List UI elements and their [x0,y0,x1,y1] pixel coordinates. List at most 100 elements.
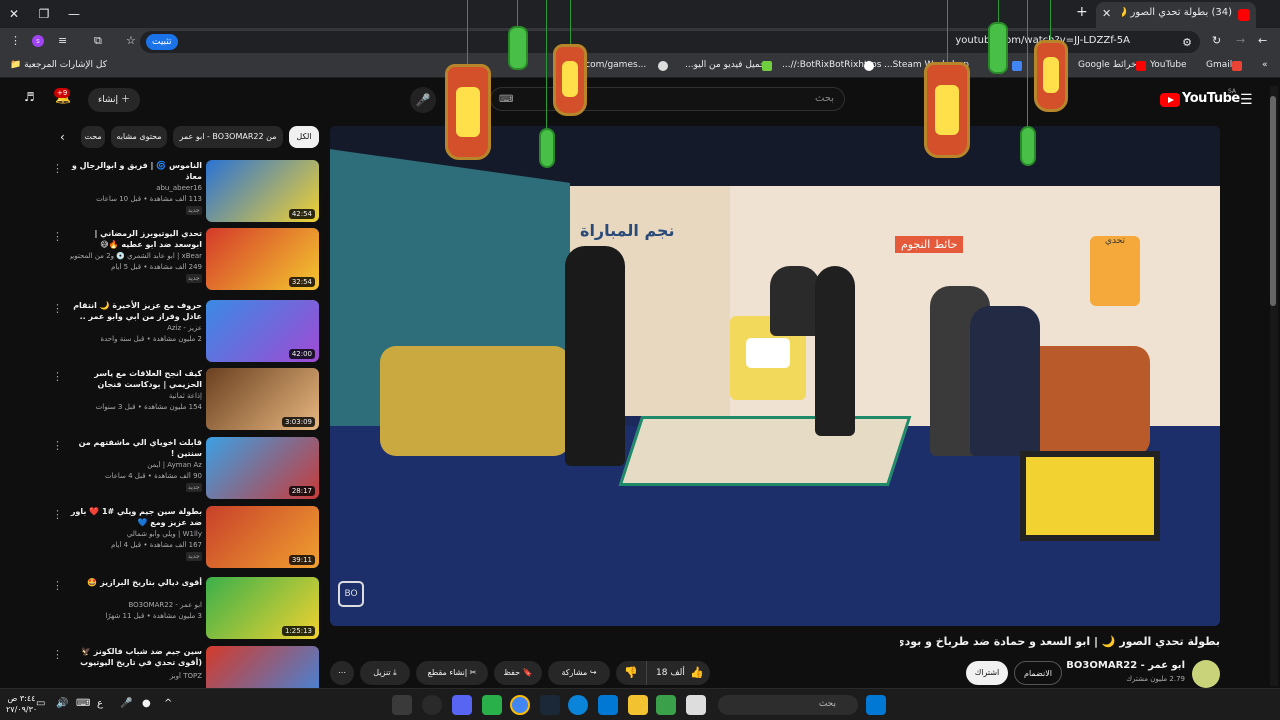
start-icon[interactable] [866,695,886,715]
chip-all[interactable]: الكل [289,126,319,148]
kebab-menu-icon[interactable]: ⋮ [52,230,63,243]
bookmark-item[interactable]: Gmail [1206,60,1232,70]
search-input[interactable]: ⌨ بحث [490,87,845,111]
video-thumbnail[interactable]: 28:17 [206,437,319,499]
forward-icon[interactable]: → [1236,34,1245,47]
recommendation-item[interactable]: 39:11 بطولة سين جيم ويلي #1 ❤️ باور ضد ع… [50,506,320,570]
like-icon[interactable]: 👍 [690,661,704,685]
channel-watermark[interactable]: BO [338,581,364,607]
account-avatar-icon[interactable]: ♬ [24,90,35,104]
close-window-icon[interactable]: ✕ [2,4,26,24]
language-indicator[interactable]: ع [97,698,103,709]
channel-name[interactable]: abu_abeer16 [70,184,202,192]
video-thumbnail[interactable]: 39:11 [206,506,319,568]
recommendation-item[interactable]: 42:54 الناموس 🌀 | فريق و ابوالرجال و معا… [50,160,320,224]
app-icon[interactable] [482,695,502,715]
recommendation-item[interactable]: 32:54 تحدي اليوتيوبرز الرمضاني | ابوسعد … [50,228,320,292]
profile-avatar-icon[interactable]: s [32,35,44,47]
more-actions-button[interactable]: ⋯ [330,661,354,685]
channel-name[interactable]: إذاعة ثمانية [70,392,202,400]
kebab-menu-icon[interactable]: ⋮ [52,579,63,592]
page-scrollbar[interactable] [1270,86,1278,686]
video-thumbnail[interactable]: 42:54 [206,160,319,222]
youtube-logo[interactable]: YouTube SA [1160,88,1240,109]
store-icon[interactable] [598,695,618,715]
voice-search-icon[interactable]: 🎤 [410,87,436,113]
reload-icon[interactable]: ↻ [1212,34,1221,47]
bookmark-item[interactable]: خرائط Google [1078,60,1137,70]
kebab-menu-icon[interactable]: ⋮ [52,439,63,452]
keyboard-icon[interactable]: ⌨ [499,94,513,105]
kebab-menu-icon[interactable]: ⋮ [52,162,63,175]
video-title[interactable]: كيف انجح العلاقات مع ياسر الحزيمي | بودك… [70,368,202,390]
dislike-icon[interactable]: 👎 [624,661,638,685]
save-button[interactable]: حفظ 🔖 [494,661,542,685]
kebab-menu-icon[interactable]: ⋮ [10,34,21,47]
recommendation-item[interactable]: 1:25:13 أقوى ديالي بتاريخ البرازيز 🤩 ابو… [50,577,320,641]
hamburger-menu-icon[interactable]: ☰ [1240,92,1253,108]
channel-name[interactable]: TOPZ أوبز [70,672,202,680]
channel-name[interactable]: عزيز - Aziz [70,324,202,332]
all-bookmarks-link[interactable]: كل الإشارات المرجعية 📁 [10,60,107,70]
kebab-menu-icon[interactable]: ⋮ [52,370,63,383]
recommendation-item[interactable]: 28:17 قابلت اخوياي الي ماشفتهم من سنتين … [50,437,320,501]
system-clock[interactable]: ٣:٤٤ ص ٢٧/٠٩/٣٠ [6,693,37,715]
pin-button[interactable]: تثبيت [146,34,178,50]
task-view-icon[interactable] [686,695,706,715]
maximize-window-icon[interactable]: ❐ [32,4,56,24]
video-title[interactable]: قابلت اخوياي الي ماشفتهم من سنتين ! [70,437,202,459]
channel-name[interactable]: ابو عمر - BO3OMAR22 [1040,660,1185,671]
video-title[interactable]: سين جيم ضد شباب فالكونز 🦅 (أقوى تحدي في … [70,646,202,669]
settings-icon[interactable] [422,695,442,715]
clip-button[interactable]: إنشاء مقطع ✂ [416,661,488,685]
video-title[interactable]: الناموس 🌀 | فريق و ابوالرجال و معاذ [70,160,202,182]
steam-icon[interactable] [540,695,560,715]
recommendation-item[interactable]: سين جيم ضد شباب فالكونز 🦅 (أقوى تحدي في … [50,646,320,688]
channel-name[interactable]: Ayman Az | أيمن [70,461,202,469]
share-button[interactable]: مشاركة ↪ [548,661,610,685]
create-button[interactable]: إنشاء ＋ [88,88,140,112]
tray-overflow-icon[interactable]: ^ [164,698,172,709]
chip-more[interactable]: محت [81,126,105,148]
channel-name[interactable]: W1lly | ويلي وأبو شمالي [70,530,202,538]
playlist-icon[interactable]: ≡ [58,34,67,47]
kebab-menu-icon[interactable]: ⋮ [52,302,63,315]
discord-icon[interactable] [452,695,472,715]
wifi-icon[interactable]: ⌨ [76,698,90,709]
video-thumbnail[interactable]: 32:54 [206,228,319,290]
site-settings-icon[interactable]: ⚙ [1182,36,1192,49]
tab-close-icon[interactable]: ✕ [1102,7,1111,20]
minimize-window-icon[interactable]: — [62,4,86,24]
channel-name[interactable]: ابو عمر - BO3OMAR22 [70,601,202,609]
notification-center-icon[interactable]: ▭ [36,698,45,709]
video-title[interactable]: حروف مع عزيز الأخيرة 🌙 انتقام عادل وفراز… [70,300,202,323]
overflow-icon[interactable]: » [1262,60,1268,70]
recommendation-item[interactable]: 42:00 حروف مع عزيز الأخيرة 🌙 انتقام عادل… [50,300,320,364]
video-thumbnail[interactable]: 3:03:09 [206,368,319,430]
video-player[interactable]: نجم المباراة حائط النجوم تحدي BO [330,126,1220,626]
download-button[interactable]: تنزيل ⤓ [360,661,410,685]
subscribe-button[interactable]: اشتراك [966,661,1008,685]
chip-related[interactable]: محتوى مشابه [111,126,167,148]
channel-avatar[interactable] [1192,660,1220,688]
tab-youtube[interactable]: ✕ (34) بطولة تحدي الصور 🌙 | ابو [1096,2,1256,28]
video-title[interactable]: أقوى ديالي بتاريخ البرازيز 🤩 [70,577,202,588]
microphone-icon[interactable]: 🎤 [120,698,132,709]
channel-name[interactable]: xBear | ابو عابد الشمري 💿 و2 من المحتوين… [70,252,202,260]
taskbar-search[interactable]: بحث [718,695,858,715]
recommendation-item[interactable]: 3:03:09 كيف انجح العلاقات مع ياسر الحزيم… [50,368,320,432]
chrome-icon[interactable] [510,695,530,715]
xbox-icon[interactable] [656,695,676,715]
file-explorer-icon[interactable] [628,695,648,715]
kebab-menu-icon[interactable]: ⋮ [52,508,63,521]
video-thumbnail[interactable]: 1:25:13 [206,577,319,639]
video-thumbnail[interactable]: 42:00 [206,300,319,362]
scrollbar-thumb[interactable] [1270,96,1276,306]
join-button[interactable]: الانضمام [1014,661,1062,685]
video-thumbnail[interactable] [206,646,319,688]
epic-games-icon[interactable] [392,695,412,715]
new-tab-icon[interactable]: + [1076,4,1088,20]
bookmark-item[interactable]: تحميل فيديو من اليو... [685,60,768,70]
bookmark-star-icon[interactable]: ☆ [126,34,136,47]
edge-icon[interactable] [568,695,588,715]
